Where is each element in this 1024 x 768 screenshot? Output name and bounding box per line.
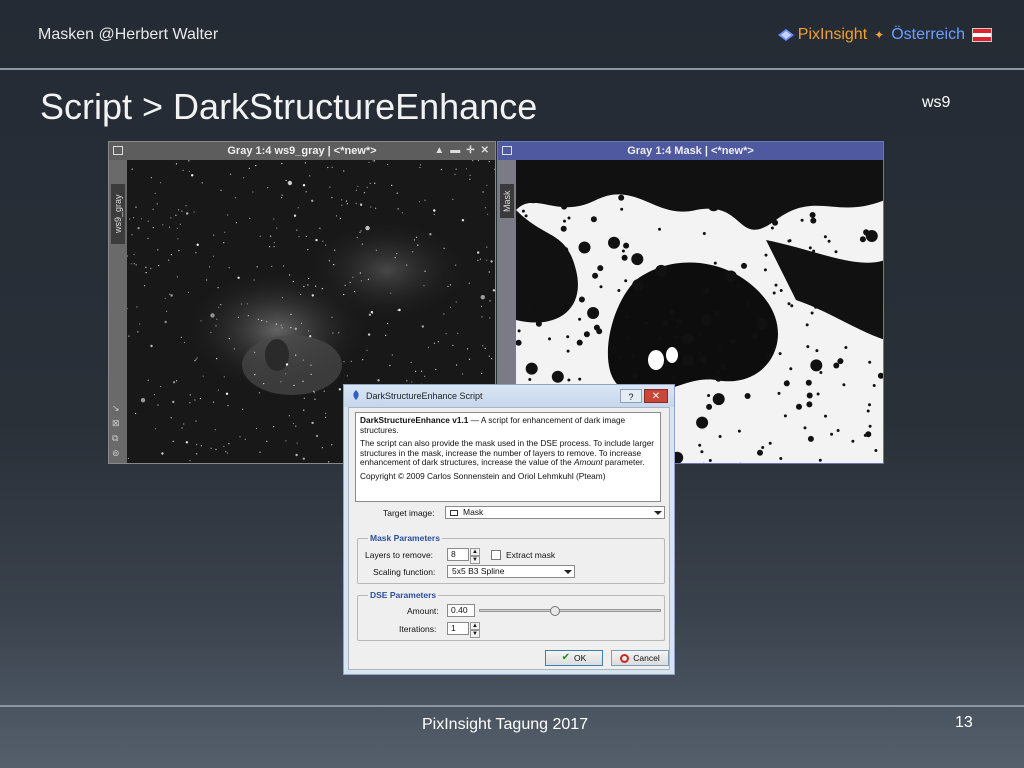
spin-down-icon[interactable]: ▼: [470, 556, 480, 564]
extract-mask-label: Extract mask: [506, 550, 556, 560]
dse-parameters-group: DSE Parameters: [357, 590, 665, 641]
layers-stepper[interactable]: ▲ ▼: [470, 548, 480, 564]
amount-label: Amount:: [407, 606, 439, 616]
side-tab-bar: ws9_gray ↘ ⊠ ⧉ ⊚: [109, 160, 127, 463]
page-number: 13: [955, 714, 973, 731]
checkmark-icon: ✔: [561, 652, 571, 663]
scaling-value: 5x5 B3 Spline: [452, 566, 505, 576]
dse-parameters-title: DSE Parameters: [368, 590, 439, 600]
iterations-stepper[interactable]: ▲ ▼: [470, 622, 480, 638]
brand-name: PixInsight: [797, 26, 868, 43]
info-heading: DarkStructureEnhance v1.1: [360, 415, 469, 425]
scaling-function-select[interactable]: 5x5 B3 Spline: [447, 565, 575, 578]
clone-icon[interactable]: ⧉: [112, 433, 120, 444]
pixinsight-logo-icon: [777, 29, 794, 41]
info-box: DarkStructureEnhance v1.1 — A script for…: [355, 412, 661, 502]
amount-input[interactable]: 0.40: [447, 604, 475, 617]
layers-label: Layers to remove:: [365, 550, 434, 560]
info-description: The script can also provide the mask use…: [360, 438, 656, 468]
iterations-value: 1: [451, 623, 456, 633]
help-button[interactable]: ?: [620, 389, 642, 403]
austria-flag-icon: [972, 28, 992, 42]
target-image-select[interactable]: Mask: [445, 506, 665, 519]
target-row: Target image:: [383, 508, 435, 518]
settings-icon[interactable]: ⊚: [112, 448, 120, 459]
minimize-icon[interactable]: ▬: [450, 142, 460, 160]
scaling-row: Scaling function:: [373, 567, 435, 577]
dialog-body: DarkStructureEnhance v1.1 — A script for…: [348, 407, 670, 670]
view-tab-ws9-gray[interactable]: ws9_gray: [111, 184, 125, 244]
slide-title: Script > DarkStructureEnhance: [40, 86, 538, 127]
window-controls: ▲ ▬ ✛ ✕: [434, 142, 489, 160]
iterations-spinbox[interactable]: 1 ▲ ▼: [447, 622, 480, 638]
extract-mask-row[interactable]: Extract mask: [491, 550, 555, 560]
fit-icon[interactable]: ⊠: [112, 418, 120, 429]
dialog-title: DarkStructureEnhance Script: [366, 391, 483, 401]
close-icon[interactable]: ✕: [481, 142, 489, 160]
iterations-label: Iterations:: [399, 624, 437, 634]
image-icon: [450, 510, 458, 516]
amount-value: 0.40: [451, 605, 468, 615]
close-button[interactable]: ✕: [644, 389, 668, 403]
window-icon: [113, 146, 123, 155]
ok-label: OK: [574, 653, 587, 663]
side-tool-icons: ↘ ⊠ ⧉ ⊚: [112, 403, 120, 459]
layers-spinbox[interactable]: 8 ▲ ▼: [447, 548, 480, 564]
amount-slider[interactable]: [479, 606, 661, 616]
cancel-label: Cancel: [633, 653, 660, 663]
spin-up-icon[interactable]: ▲: [470, 622, 480, 630]
slide-header-author: Masken @Herbert Walter: [38, 26, 219, 43]
chevron-down-icon: [564, 570, 572, 574]
scaling-label: Scaling function:: [373, 567, 436, 577]
pixinsight-app-icon: [353, 390, 359, 400]
star-icon: ✦: [874, 28, 885, 42]
window-title: Gray 1:4 Mask | <*new*>: [627, 145, 754, 157]
maximize-icon[interactable]: ✛: [466, 142, 474, 160]
spin-up-icon[interactable]: ▲: [470, 548, 480, 556]
window-icon: [502, 146, 512, 155]
info-intro: DarkStructureEnhance v1.1 — A script for…: [360, 415, 656, 435]
target-label: Target image:: [383, 508, 435, 518]
chevron-down-icon: [654, 511, 662, 515]
footer-divider: [0, 705, 1024, 707]
ok-button[interactable]: ✔ OK: [545, 650, 603, 666]
mask-parameters-title: Mask Parameters: [368, 533, 442, 543]
extract-mask-checkbox[interactable]: [491, 550, 501, 560]
dialog-titlebar[interactable]: DarkStructureEnhance Script ? ✕: [344, 385, 674, 407]
dse-script-dialog[interactable]: DarkStructureEnhance Script ? ✕ DarkStru…: [343, 384, 675, 675]
info-p2-em: Amount: [574, 457, 603, 468]
cancel-icon: [620, 653, 630, 663]
cancel-button[interactable]: Cancel: [611, 650, 669, 666]
iterations-row: Iterations:: [399, 624, 436, 634]
window-title: Gray 1:4 ws9_gray | <*new*>: [227, 145, 377, 157]
amount-slider-handle[interactable]: [549, 606, 560, 616]
amount-row: Amount:: [407, 606, 439, 616]
window-titlebar[interactable]: Gray 1:4 ws9_gray | <*new*> ▲ ▬ ✛ ✕: [109, 142, 495, 160]
brand-header: PixInsight ✦ Österreich: [777, 26, 992, 44]
shade-icon[interactable]: ▲: [434, 142, 444, 160]
info-p2-end: parameter.: [602, 457, 645, 468]
arrow-icon[interactable]: ↘: [112, 403, 120, 414]
target-image-value: Mask: [463, 507, 484, 517]
image-label: ws9: [922, 94, 951, 111]
window-titlebar[interactable]: Gray 1:4 Mask | <*new*>: [498, 142, 883, 160]
view-tab-mask[interactable]: Mask: [500, 184, 514, 218]
layers-value: 8: [451, 549, 456, 559]
header-divider: [0, 68, 1024, 70]
brand-country: Österreich: [891, 26, 965, 43]
slide-footer: PixInsight Tagung 2017: [422, 716, 589, 733]
layers-row: Layers to remove:: [365, 550, 433, 560]
info-copyright: Copyright © 2009 Carlos Sonnenstein and …: [360, 470, 606, 481]
spin-down-icon[interactable]: ▼: [470, 630, 480, 638]
